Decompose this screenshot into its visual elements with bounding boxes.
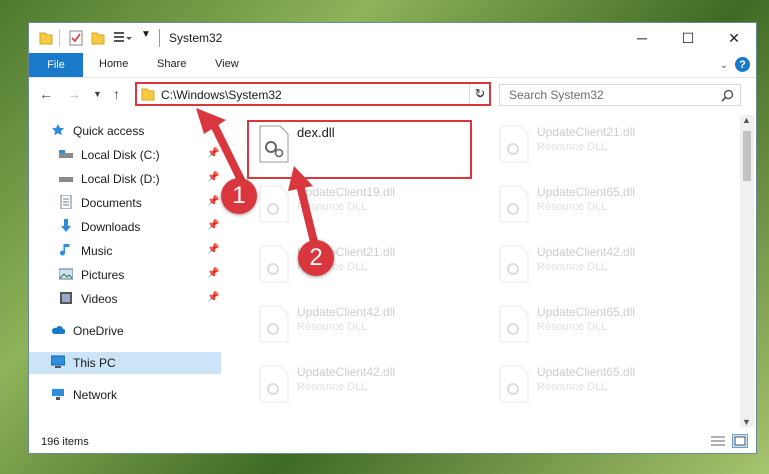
file-item[interactable]: UpdateClient65.dll Resource DLL <box>489 357 719 409</box>
file-highlight-box <box>247 120 472 179</box>
recent-locations-icon[interactable]: ▼ <box>93 89 102 99</box>
music-icon <box>60 244 70 256</box>
file-item[interactable]: UpdateClient65.dll Resource DLL <box>489 297 719 349</box>
pin-icon[interactable]: 📌 <box>207 292 219 303</box>
dll-file-icon <box>259 185 289 223</box>
pictures-icon <box>59 268 73 280</box>
tab-share[interactable]: Share <box>157 58 186 70</box>
file-item[interactable]: UpdateClient42.dll Resource DLL <box>489 237 719 289</box>
help-button[interactable]: ? <box>735 57 750 72</box>
up-arrow-icon[interactable]: ↑ <box>113 86 120 102</box>
minimize-button[interactable]: ─ <box>619 23 665 53</box>
sidebar-item-this-pc[interactable]: This PC <box>29 352 221 374</box>
file-item[interactable]: UpdateClient19.dll Resource DLL <box>249 177 479 229</box>
dll-file-icon <box>499 365 529 403</box>
file-item[interactable]: UpdateClient21.dll Resource DLL <box>249 237 479 289</box>
file-item[interactable]: UpdateClient42.dll Resource DLL <box>249 297 479 349</box>
callout-1: 1 <box>221 178 257 214</box>
forward-arrow-icon[interactable]: → <box>67 86 81 102</box>
file-item[interactable]: UpdateClient42.dll Resource DLL <box>249 357 479 409</box>
sidebar-item-music[interactable]: Music 📌 <box>29 240 221 262</box>
address-path: C:\Windows\System32 <box>161 88 282 102</box>
search-icon <box>721 89 734 102</box>
documents-icon <box>60 195 72 209</box>
pin-icon[interactable]: 📌 <box>207 268 219 279</box>
callout-2: 2 <box>298 240 334 276</box>
dll-file-icon <box>259 305 289 343</box>
chevron-down-icon[interactable]: ▼ <box>141 29 151 40</box>
customize-toolbar-icon[interactable] <box>113 30 133 46</box>
back-arrow-icon[interactable]: ← <box>39 86 53 102</box>
sidebar-item-documents[interactable]: Documents 📌 <box>29 192 221 214</box>
status-bar: 196 items <box>29 428 756 453</box>
tab-home[interactable]: Home <box>99 58 128 70</box>
title-bar: ▼ System32 ─ ☐ ✕ <box>29 23 756 53</box>
scroll-up-icon[interactable]: ▲ <box>742 115 751 125</box>
divider <box>159 29 160 47</box>
sidebar-item-pictures[interactable]: Pictures 📌 <box>29 264 221 286</box>
folder-icon <box>39 32 53 45</box>
file-item[interactable]: UpdateClient21.dll Resource DLL <box>489 117 719 169</box>
pin-icon[interactable]: 📌 <box>207 220 219 231</box>
sidebar-item-downloads[interactable]: Downloads 📌 <box>29 216 221 238</box>
dll-file-icon <box>259 245 289 283</box>
dll-file-icon <box>259 365 289 403</box>
close-button[interactable]: ✕ <box>711 23 756 53</box>
drive-icon <box>59 177 73 182</box>
scroll-down-icon[interactable]: ▼ <box>742 417 751 427</box>
dll-file-icon <box>499 305 529 343</box>
window-title: System32 <box>169 31 223 45</box>
search-placeholder: Search System32 <box>509 88 604 102</box>
folder-icon <box>141 88 155 101</box>
dll-file-icon <box>499 125 529 163</box>
sidebar-item-onedrive[interactable]: OneDrive <box>29 320 221 342</box>
chevron-down-icon[interactable]: ⌄ <box>720 60 728 71</box>
new-folder-icon[interactable] <box>91 30 105 46</box>
drive-icon <box>59 150 73 158</box>
navigation-bar: ← → ▼ ↑ C:\Windows\System32 ⌄ ↻ Search S… <box>29 78 756 110</box>
refresh-icon[interactable]: ↻ <box>469 84 490 104</box>
sidebar-item-quick-access[interactable]: Quick access <box>29 120 221 142</box>
sidebar-item-videos[interactable]: Videos 📌 <box>29 288 221 310</box>
computer-icon <box>51 355 65 368</box>
videos-icon <box>60 292 72 304</box>
pin-icon[interactable]: 📌 <box>207 244 219 255</box>
details-view-icon[interactable] <box>710 435 726 447</box>
sidebar-item-network[interactable]: Network <box>29 384 221 406</box>
maximize-button[interactable]: ☐ <box>665 23 711 53</box>
cloud-icon <box>52 326 65 334</box>
ribbon-tabs: File Home Share View ⌄ ? <box>29 53 756 78</box>
properties-icon[interactable] <box>69 30 83 46</box>
large-icons-view-icon[interactable] <box>732 434 748 448</box>
address-bar[interactable]: C:\Windows\System32 ⌄ <box>135 82 491 106</box>
dll-file-icon <box>499 185 529 223</box>
pin-icon[interactable]: 📌 <box>207 148 219 159</box>
item-count: 196 items <box>41 436 89 448</box>
search-input[interactable]: Search System32 <box>499 84 741 106</box>
sidebar-item-local-disk-c[interactable]: Local Disk (C:) 📌 <box>29 144 221 166</box>
tab-view[interactable]: View <box>215 58 239 70</box>
scroll-thumb[interactable] <box>743 131 751 181</box>
pin-icon[interactable]: 📌 <box>207 196 219 207</box>
file-item[interactable]: UpdateClient65.dll Resource DLL <box>489 177 719 229</box>
pin-icon[interactable]: 📌 <box>207 172 219 183</box>
file-explorer-window: ▼ System32 ─ ☐ ✕ File Home Share View ⌄ … <box>28 22 757 454</box>
dll-file-icon <box>499 245 529 283</box>
divider <box>59 29 60 47</box>
network-icon <box>52 389 64 400</box>
navigation-pane: Quick access Local Disk (C:) 📌 Local Dis… <box>29 115 221 415</box>
tab-file[interactable]: File <box>29 53 83 77</box>
downloads-icon <box>61 219 71 232</box>
star-icon <box>52 124 64 136</box>
vertical-scrollbar[interactable]: ▲ ▼ <box>740 115 754 427</box>
sidebar-item-local-disk-d[interactable]: Local Disk (D:) 📌 <box>29 168 221 190</box>
